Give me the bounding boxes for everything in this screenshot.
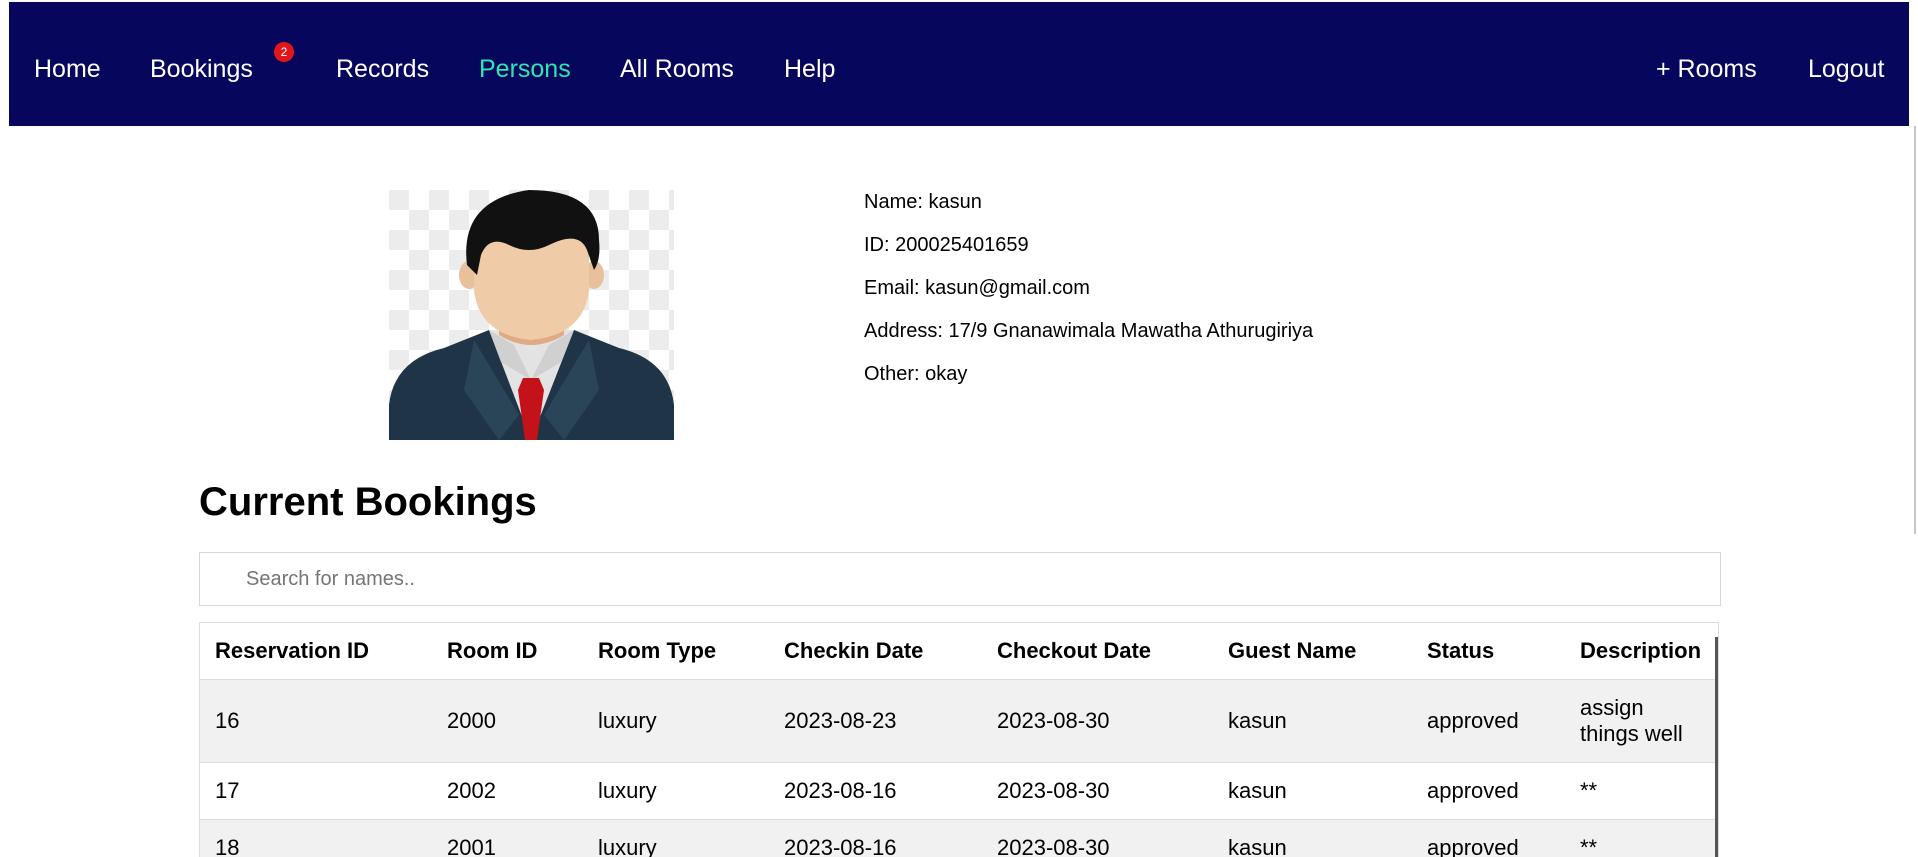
table-cell: luxury	[583, 679, 769, 763]
table-cell: 16	[200, 679, 432, 763]
table-cell: kasun	[1213, 679, 1412, 763]
profile-avatar	[389, 190, 674, 440]
column-header[interactable]: Checkout Date	[982, 623, 1213, 680]
table-cell: luxury	[583, 762, 769, 820]
table-cell: 2001	[432, 819, 583, 857]
table-cell: 2023-08-16	[769, 762, 982, 820]
profile-email: Email: kasun@gmail.com	[864, 277, 1090, 299]
table-cell: **	[1565, 762, 1718, 820]
column-header[interactable]: Checkin Date	[769, 623, 982, 680]
table-cell: kasun	[1213, 819, 1412, 857]
nav-add-rooms-link[interactable]: + Rooms	[1656, 54, 1757, 84]
nav-home-link[interactable]: Home	[34, 54, 101, 84]
table-header-row: Reservation ID Room ID Room Type Checkin…	[200, 623, 1718, 680]
nav-all-rooms-link[interactable]: All Rooms	[620, 54, 734, 84]
column-header[interactable]: Reservation ID	[200, 623, 432, 680]
table-cell: assign things well	[1565, 679, 1718, 763]
table-cell: 2002	[432, 762, 583, 820]
bookings-count-badge: 2	[274, 42, 294, 62]
table-cell: 2023-08-30	[982, 762, 1213, 820]
bookings-table-container[interactable]: Reservation ID Room ID Room Type Checkin…	[199, 622, 1719, 857]
table-row[interactable]: 18 2001 luxury 2023-08-16 2023-08-30 kas…	[200, 819, 1718, 857]
column-header[interactable]: Guest Name	[1213, 623, 1412, 680]
table-cell: 2023-08-16	[769, 819, 982, 857]
table-cell: approved	[1412, 762, 1565, 820]
column-header[interactable]: Room Type	[583, 623, 769, 680]
nav-persons-link[interactable]: Persons	[479, 54, 571, 84]
current-bookings-title: Current Bookings	[199, 480, 537, 524]
table-cell: **	[1565, 819, 1718, 857]
column-header[interactable]: Description	[1565, 623, 1718, 680]
bookings-table: Reservation ID Room ID Room Type Checkin…	[200, 623, 1718, 857]
table-row[interactable]: 17 2002 luxury 2023-08-16 2023-08-30 kas…	[200, 762, 1718, 820]
table-cell: approved	[1412, 679, 1565, 763]
nav-records-link[interactable]: Records	[336, 54, 429, 84]
table-row[interactable]: 16 2000 luxury 2023-08-23 2023-08-30 kas…	[200, 679, 1718, 763]
table-cell: approved	[1412, 819, 1565, 857]
page-scrollbar[interactable]	[1914, 126, 1916, 534]
table-cell: 2000	[432, 679, 583, 763]
nav-logout-link[interactable]: Logout	[1808, 54, 1884, 84]
table-cell: 17	[200, 762, 432, 820]
search-input[interactable]	[199, 552, 1721, 606]
profile-address: Address: 17/9 Gnanawimala Mawatha Athuru…	[864, 320, 1314, 342]
nav-bookings-link[interactable]: Bookings	[150, 54, 253, 84]
nav-help-link[interactable]: Help	[784, 54, 835, 84]
table-cell: 2023-08-30	[982, 679, 1213, 763]
top-navbar: Home Bookings 2 Records Persons All Room…	[9, 2, 1909, 126]
column-header[interactable]: Status	[1412, 623, 1565, 680]
table-cell: kasun	[1213, 762, 1412, 820]
profile-other: Other: okay	[864, 363, 968, 385]
table-cell: 2023-08-30	[982, 819, 1213, 857]
table-cell: 18	[200, 819, 432, 857]
profile-name: Name: kasun	[864, 191, 982, 213]
table-cell: 2023-08-23	[769, 679, 982, 763]
table-cell: luxury	[583, 819, 769, 857]
person-avatar-icon	[389, 190, 674, 440]
column-header[interactable]: Room ID	[432, 623, 583, 680]
profile-id: ID: 200025401659	[864, 234, 1029, 256]
